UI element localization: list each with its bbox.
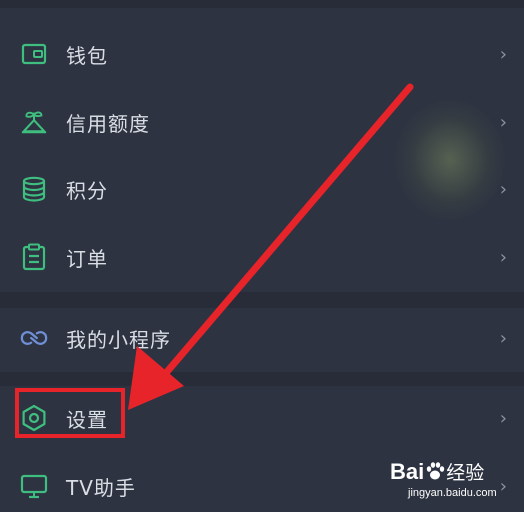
menu-item-wallet[interactable]: 钱包 ›: [0, 22, 524, 86]
wallet-icon: [20, 40, 48, 68]
menu-item-orders[interactable]: 订单 ›: [0, 225, 524, 289]
watermark-logo: Bai 经验: [390, 458, 484, 485]
baidu-jingyan-watermark: Bai 经验 jingyan.baidu.com: [390, 458, 514, 508]
chevron-right-icon: ›: [499, 178, 507, 200]
menu-item-points[interactable]: 积分 ›: [0, 157, 524, 221]
menu-item-credit[interactable]: 信用额度 ›: [0, 90, 524, 154]
paw-icon: [427, 462, 445, 480]
menu-item-label: 我的小程序: [66, 327, 171, 352]
chevron-right-icon: ›: [499, 43, 507, 65]
watermark-url: jingyan.baidu.com: [408, 487, 497, 499]
menu-item-mini-programs[interactable]: 我的小程序 ›: [0, 306, 524, 370]
drawer-menu: 钱包 › 信用额度 › 积分 › 订单 › 我的小程序 › 设置 › TV助手 …: [0, 0, 524, 512]
chevron-right-icon: ›: [499, 111, 507, 133]
menu-item-label: 钱包: [66, 43, 108, 68]
menu-item-label: TV助手: [66, 475, 136, 500]
chevron-right-icon: ›: [499, 246, 507, 268]
clipboard-icon: [20, 243, 48, 271]
menu-item-label: 信用额度: [66, 111, 150, 136]
menu-item-label: 积分: [66, 178, 108, 203]
menu-item-label: 订单: [66, 246, 108, 271]
watermark-brand-prefix: Bai: [390, 459, 425, 484]
top-divider: [0, 0, 524, 8]
credit-limit-icon: [20, 108, 48, 136]
section-divider-2: [0, 372, 524, 386]
coins-stack-icon: [20, 175, 48, 203]
tv-icon: [20, 472, 48, 500]
watermark-brand-suffix: 经验: [446, 462, 485, 484]
mini-program-icon: [20, 324, 48, 352]
chevron-right-icon: ›: [499, 327, 507, 349]
chevron-right-icon: ›: [499, 407, 507, 429]
settings-highlight-box: [15, 388, 125, 438]
